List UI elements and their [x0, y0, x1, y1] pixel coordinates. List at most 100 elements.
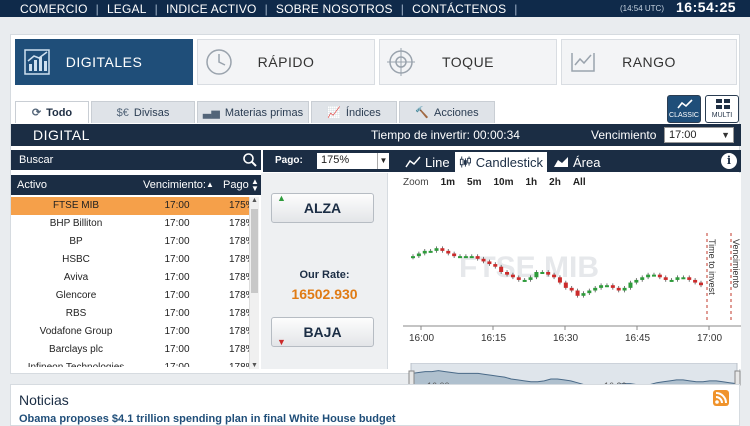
- info-icon[interactable]: i: [721, 153, 737, 169]
- chart-tab-area[interactable]: Área: [549, 152, 604, 172]
- view-classic-button[interactable]: CLASSIC: [667, 95, 701, 123]
- candle-body: [657, 274, 662, 278]
- chart-area: Zoom 1m 5m 10m 1h 2h All FTSE MIB 16:00 1…: [389, 173, 741, 394]
- nav-legal[interactable]: LEGAL: [99, 2, 155, 16]
- candle-body: [651, 274, 656, 277]
- chart-options-bar: Pago: 175% ▼ Line Candlestick Área i: [263, 150, 741, 172]
- tab-toque[interactable]: TOQUE: [379, 39, 557, 85]
- table-row[interactable]: BHP Billiton 17:00 178%: [11, 215, 249, 233]
- table-row[interactable]: HSBC 17:00 178%: [11, 251, 249, 269]
- table-row[interactable]: Barclays plc 17:00 178%: [11, 341, 249, 359]
- grid-icon: [716, 99, 730, 109]
- nav-indice-activo[interactable]: INDICE ACTIVO: [158, 2, 265, 16]
- asset-tab-acciones[interactable]: 🔨 Acciones: [399, 101, 495, 123]
- candle-body: [552, 274, 557, 278]
- asset-tab-divisas[interactable]: $€ Divisas: [91, 101, 195, 123]
- table-row[interactable]: Glencore 17:00 178%: [11, 287, 249, 305]
- table-row[interactable]: Vodafone Group 17:00 178%: [11, 323, 249, 341]
- chart-tab-line[interactable]: Line: [401, 152, 454, 172]
- candle-body: [687, 277, 692, 280]
- commodities-icon: ▃▅: [202, 107, 220, 119]
- tab-digitales[interactable]: DIGITALES: [15, 39, 193, 85]
- candle-body: [587, 290, 592, 294]
- vencimiento-line-label: Vencimiento: [731, 239, 741, 288]
- candle-body: [546, 272, 551, 275]
- tab-rapido[interactable]: RÁPIDO: [197, 39, 375, 85]
- pago-select[interactable]: 175% ▼: [317, 153, 389, 169]
- nav-sobre-nosotros[interactable]: SOBRE NOSOTROS: [268, 2, 401, 16]
- candle-body: [510, 274, 515, 278]
- nav-comercio[interactable]: COMERCIO: [12, 2, 96, 16]
- asset-name: Infineon Technologies: [11, 362, 141, 367]
- candle-body: [516, 277, 521, 280]
- nav-handle-left[interactable]: [408, 370, 415, 386]
- price-chart[interactable]: FTSE MIB 16:00 16:15 16:30 16:45 17:00 Time …: [389, 173, 741, 369]
- table-row[interactable]: FTSE MIB 17:00 175%: [11, 197, 249, 215]
- candle-body: [693, 279, 698, 283]
- news-panel: Noticias Obama proposes $4.1 trillion sp…: [10, 384, 740, 426]
- candle-body: [675, 277, 680, 280]
- alza-button[interactable]: ▲ ALZA: [271, 193, 374, 223]
- asset-expiry: 17:00: [164, 218, 190, 229]
- top-nav: COMERCIO | LEGAL | INDICE ACTIVO | SOBRE NO…: [0, 0, 750, 17]
- scroll-up-icon[interactable]: ▲: [251, 197, 258, 204]
- table-row[interactable]: Infineon Technologies 17:00 178%: [11, 359, 249, 367]
- sort-icon[interactable]: ▲ ▼: [251, 178, 259, 193]
- baja-button[interactable]: BAJA ▼: [271, 317, 374, 347]
- rss-icon[interactable]: [713, 390, 729, 406]
- x-tick-label: 16:45: [625, 333, 650, 344]
- candle-body: [599, 285, 604, 288]
- sort-asc-icon[interactable]: ▲: [206, 180, 214, 189]
- candle-body: [469, 256, 474, 259]
- vencimiento-select[interactable]: 17:00 ▼: [664, 127, 734, 143]
- candle-body: [434, 248, 439, 251]
- asset-tab-indices[interactable]: 📈 Índices: [311, 101, 397, 123]
- search-bar[interactable]: Buscar: [11, 150, 261, 170]
- table-row[interactable]: RBS 17:00 178%: [11, 305, 249, 323]
- nav-contactenos[interactable]: CONTÁCTENOS: [404, 2, 514, 16]
- asset-payout: 178%: [229, 344, 249, 355]
- candle-body: [604, 285, 609, 288]
- asset-payout: 178%: [229, 272, 249, 283]
- chart-tab-candlestick[interactable]: Candlestick: [455, 152, 547, 172]
- table-row[interactable]: Aviva 17:00 178%: [11, 269, 249, 287]
- asset-payout: 178%: [229, 362, 249, 367]
- candle-body: [505, 272, 510, 275]
- digital-header: DIGITAL Tiempo de invertir: 00:00:34 Ven…: [11, 124, 741, 146]
- candle-body: [575, 290, 580, 296]
- col-activo[interactable]: Activo: [17, 179, 47, 191]
- asset-expiry: 17:00: [164, 344, 190, 355]
- asset-payout: 178%: [229, 326, 249, 337]
- area-icon: [554, 157, 568, 167]
- asset-filter-bar: ⟳ Todo $€ Divisas ▃▅ Materias primas 📈 Í…: [11, 99, 741, 123]
- asset-name: BHP Billiton: [49, 218, 103, 229]
- scroll-down-icon[interactable]: ▼: [251, 362, 258, 369]
- asset-name: BP: [69, 236, 83, 247]
- table-scrollbar[interactable]: ▲ ▼: [249, 197, 259, 369]
- x-tick-label: 17:00: [697, 333, 722, 344]
- search-icon[interactable]: [242, 152, 258, 168]
- scroll-thumb[interactable]: [251, 209, 258, 293]
- col-pago[interactable]: Pago: [223, 179, 249, 191]
- asset-name: Glencore: [55, 290, 97, 301]
- search-input[interactable]: Buscar: [19, 154, 53, 166]
- candle-body: [610, 285, 615, 288]
- asset-name: Vodafone Group: [39, 326, 113, 337]
- arrow-down-icon: ▼: [277, 337, 286, 347]
- pago-label: Pago:: [275, 155, 303, 166]
- asset-name: HSBC: [62, 254, 90, 265]
- view-multi-button[interactable]: MULTI: [705, 95, 739, 123]
- asset-tab-todo[interactable]: ⟳ Todo: [15, 101, 89, 123]
- col-vencimiento[interactable]: Vencimiento:: [143, 179, 206, 191]
- news-headline[interactable]: Obama proposes $4.1 trillion spending pl…: [19, 413, 395, 425]
- asset-tab-materias-primas[interactable]: ▃▅ Materias primas: [197, 101, 309, 123]
- candle-body: [563, 282, 568, 288]
- table-row[interactable]: BP 17:00 178%: [11, 233, 249, 251]
- asset-payout: 178%: [229, 308, 249, 319]
- trading-panel: DIGITALES RÁPIDO TOQUE RANGO ⟳ Todo $€ D…: [10, 34, 741, 394]
- candle-body: [593, 287, 598, 291]
- asset-name: Aviva: [63, 272, 89, 283]
- nav-handle-right[interactable]: [734, 370, 741, 386]
- tab-rango[interactable]: RANGO: [561, 39, 737, 85]
- asset-table-header: Activo Vencimiento: ▲ Pago ▲ ▼: [11, 175, 261, 195]
